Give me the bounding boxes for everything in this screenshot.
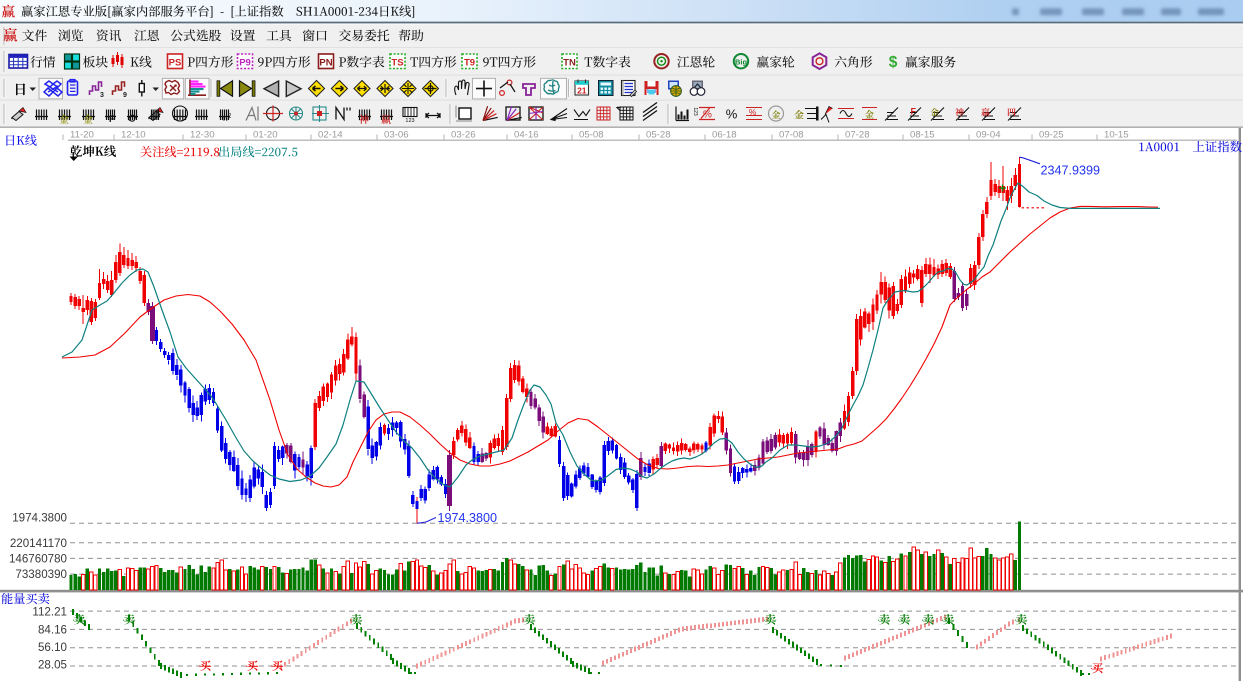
svg-text:08-15: 08-15 <box>910 129 935 140</box>
svg-text:%: % <box>749 107 757 117</box>
svg-text:F: F <box>109 114 115 124</box>
svg-text:07-28: 07-28 <box>845 129 870 140</box>
svg-text:06-18: 06-18 <box>712 129 737 140</box>
svg-text:05-08: 05-08 <box>579 129 604 140</box>
svg-text:123: 123 <box>405 118 414 124</box>
svg-text:84.16: 84.16 <box>38 623 67 636</box>
svg-text:Big: Big <box>735 57 748 66</box>
svg-text:56.10: 56.10 <box>38 641 67 654</box>
svg-text:%: % <box>726 107 738 122</box>
svg-text:112.21: 112.21 <box>32 605 67 618</box>
svg-text:01-20: 01-20 <box>253 129 278 140</box>
svg-text:PS: PS <box>169 57 182 68</box>
svg-text:07-08: 07-08 <box>779 129 804 140</box>
svg-text:146760780: 146760780 <box>9 553 67 566</box>
svg-text:04-16: 04-16 <box>514 129 539 140</box>
svg-text:1974.3800: 1974.3800 <box>12 512 67 525</box>
svg-text:03-06: 03-06 <box>384 129 409 140</box>
svg-text:21: 21 <box>577 86 587 96</box>
svg-text:3: 3 <box>100 92 104 99</box>
svg-text:05-28: 05-28 <box>646 129 671 140</box>
svg-text:28.05: 28.05 <box>38 658 67 671</box>
svg-text:123: 123 <box>692 107 698 116</box>
svg-text:09-25: 09-25 <box>1039 129 1064 140</box>
svg-text:03-26: 03-26 <box>451 129 476 140</box>
svg-text:T9: T9 <box>464 57 475 68</box>
svg-text:12-30: 12-30 <box>190 129 215 140</box>
svg-text:PN: PN <box>319 57 332 68</box>
svg-text:2347.9399: 2347.9399 <box>1041 163 1101 177</box>
svg-text:$: $ <box>889 54 898 71</box>
svg-text:TS: TS <box>391 57 403 68</box>
svg-text:73380390: 73380390 <box>15 568 67 581</box>
svg-text:1974.3800: 1974.3800 <box>438 511 498 525</box>
svg-text:F: F <box>911 107 917 117</box>
svg-text:09-04: 09-04 <box>976 129 1001 140</box>
svg-text:220141170: 220141170 <box>10 537 67 550</box>
svg-text:9: 9 <box>123 92 127 99</box>
svg-text:TN: TN <box>563 57 576 68</box>
svg-text:12-10: 12-10 <box>121 129 146 140</box>
svg-text:11-20: 11-20 <box>70 129 94 140</box>
svg-text:10-15: 10-15 <box>1104 129 1129 140</box>
svg-text:%: % <box>703 110 712 121</box>
svg-text:P9: P9 <box>239 57 251 68</box>
svg-text:02-14: 02-14 <box>318 129 343 140</box>
